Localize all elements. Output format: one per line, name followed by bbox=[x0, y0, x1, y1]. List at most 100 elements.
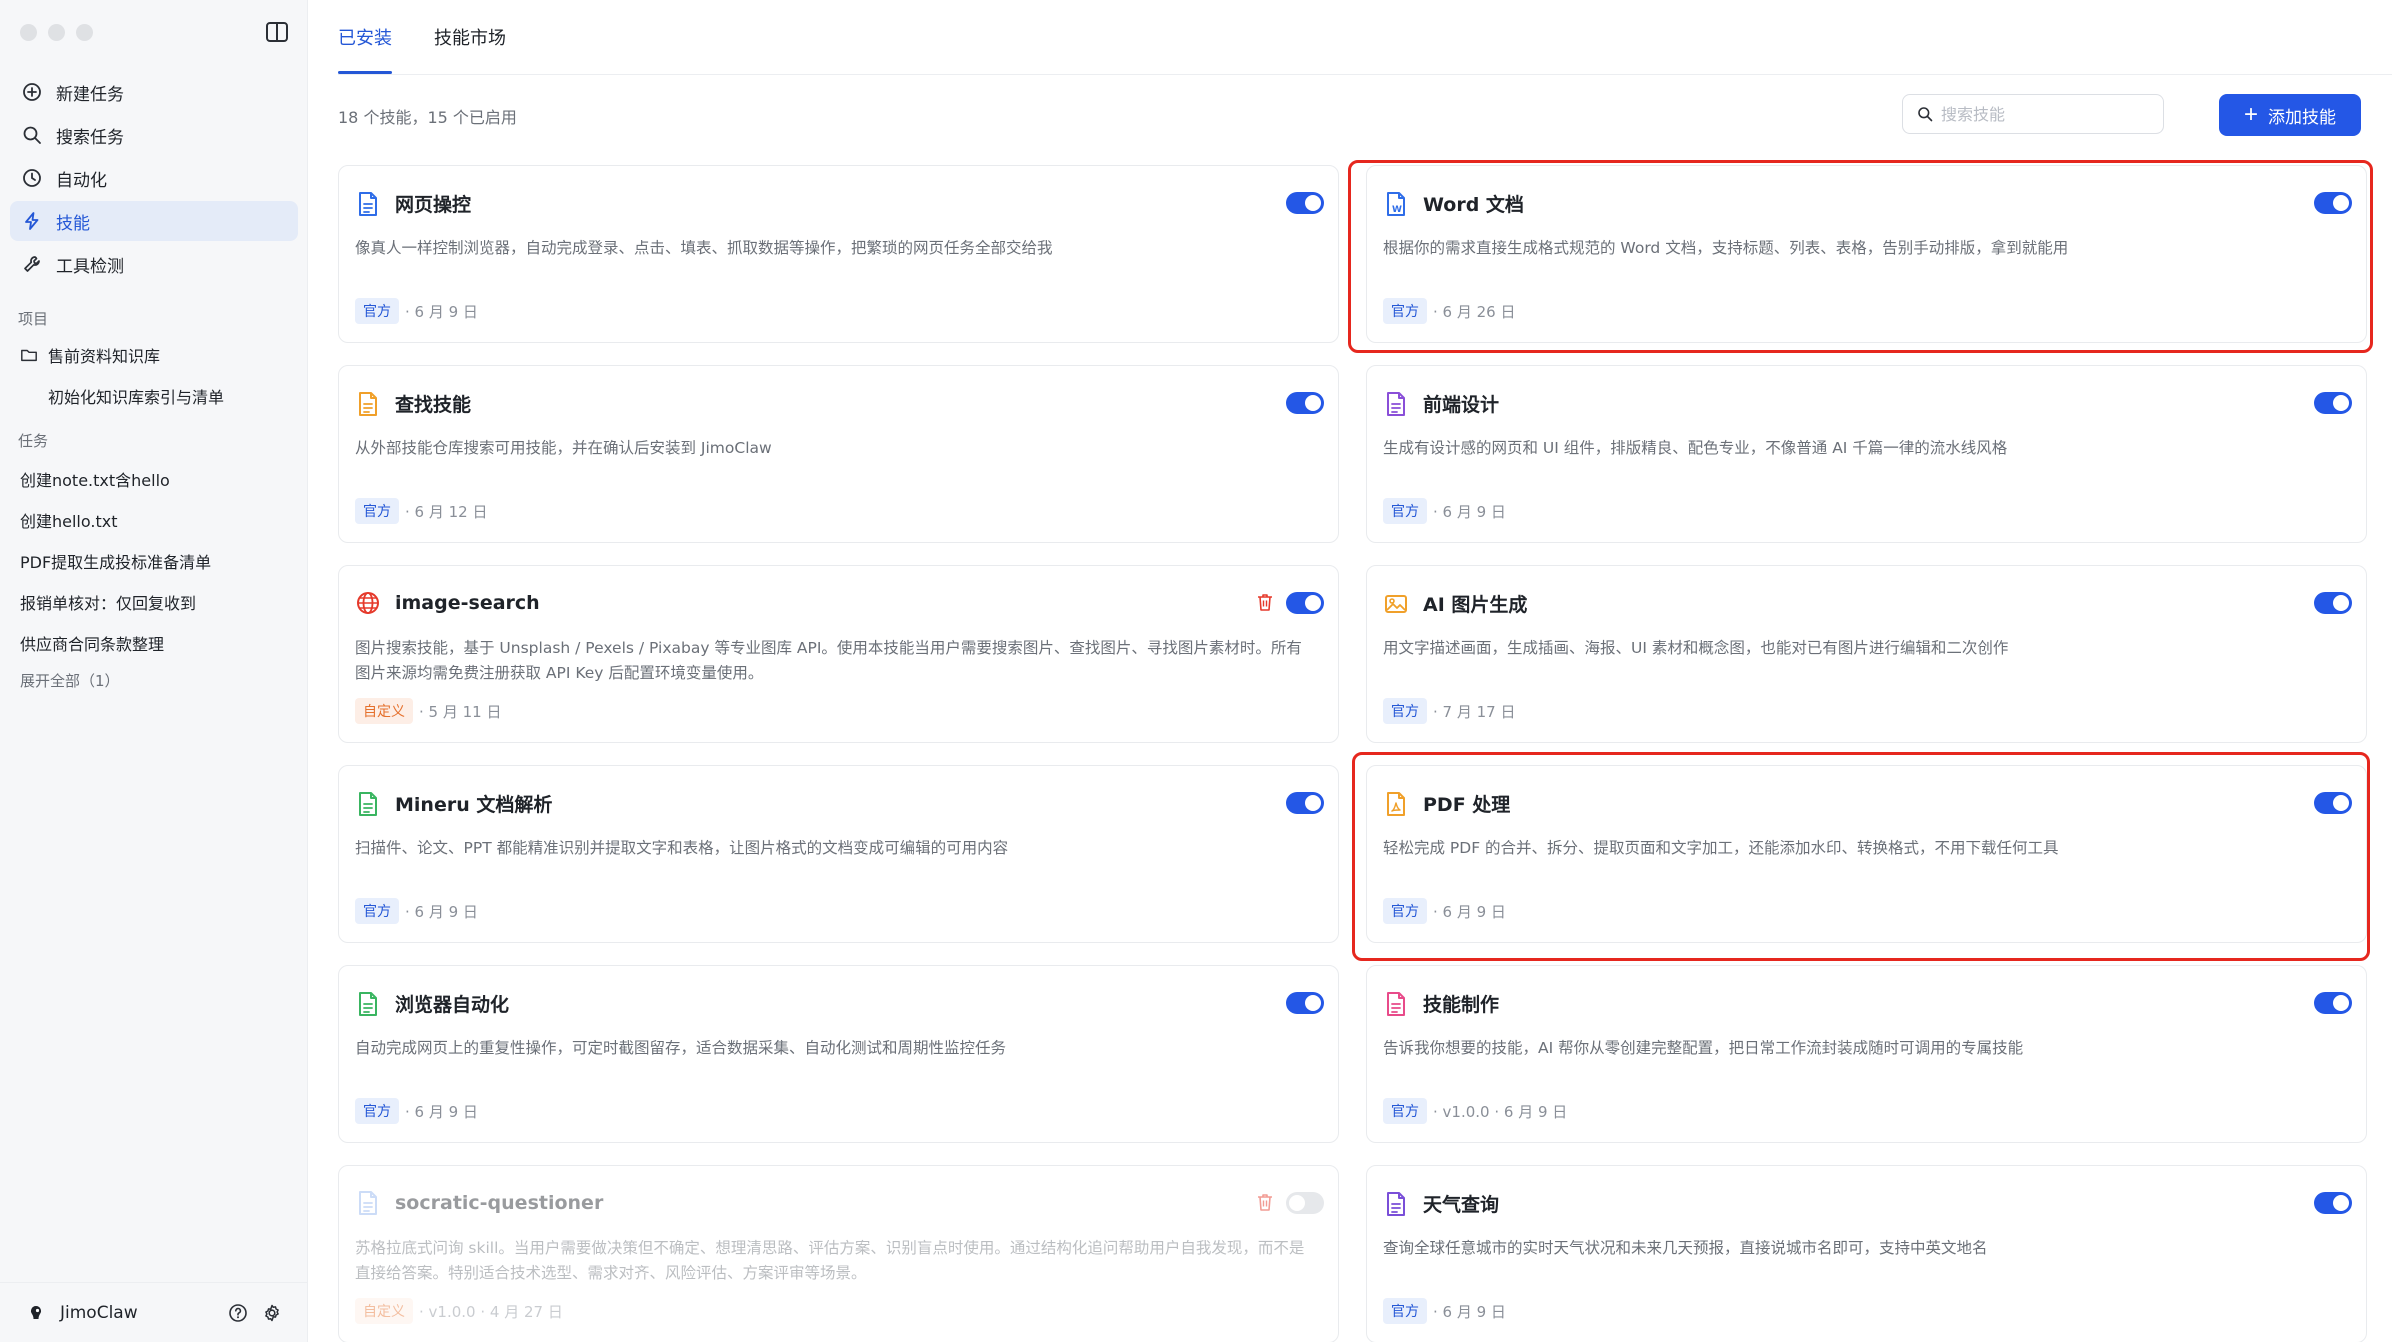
source-badge: 官方 bbox=[1383, 698, 1427, 724]
skill-description: 轻松完成 PDF 的合并、拆分、提取页面和文字加工，还能添加水印、转换格式，不用… bbox=[1383, 839, 2059, 857]
plus-icon: + bbox=[2243, 101, 2258, 128]
skill-card-header: 查找技能 bbox=[355, 390, 471, 417]
enable-toggle[interactable] bbox=[1286, 392, 1324, 414]
task-item[interactable]: 供应商合同条款整理 bbox=[20, 631, 164, 655]
add-skill-button[interactable]: + 添加技能 bbox=[2219, 94, 2361, 136]
tab-installed[interactable]: 已安装 bbox=[338, 0, 392, 74]
skill-date: · 6 月 9 日 bbox=[405, 302, 478, 321]
skill-card-header: W Word 文档 bbox=[1383, 190, 1524, 217]
skill-title: 查找技能 bbox=[395, 394, 472, 416]
delete-icon[interactable] bbox=[1256, 1192, 1274, 1212]
task-item[interactable]: 报销单核对：仅回复收到 bbox=[20, 590, 196, 614]
skill-description: 像真人一样控制浏览器，自动完成登录、点击、填表、抓取数据等操作，把繁琐的网页任务… bbox=[355, 239, 1053, 257]
plus-circle-icon bbox=[22, 82, 42, 102]
user-name: JimoClaw bbox=[60, 1302, 138, 1323]
user-bar: JimoClaw bbox=[0, 1282, 308, 1342]
enable-toggle[interactable] bbox=[1286, 1192, 1324, 1214]
skill-description: 从外部技能仓库搜索可用技能，并在确认后安装到 JimoClaw bbox=[355, 439, 772, 457]
skill-card[interactable]: 查找技能 从外部技能仓库搜索可用技能，并在确认后安装到 JimoClaw 官方 · 6… bbox=[338, 365, 1339, 543]
enable-toggle[interactable] bbox=[1286, 792, 1324, 814]
enable-toggle[interactable] bbox=[2314, 792, 2352, 814]
clock-icon bbox=[22, 168, 42, 188]
enable-toggle[interactable] bbox=[2314, 192, 2352, 214]
skill-date: · 6 月 9 日 bbox=[405, 1102, 478, 1121]
wrench-icon bbox=[22, 254, 42, 274]
search-box[interactable] bbox=[1902, 94, 2164, 134]
enable-toggle[interactable] bbox=[2314, 1192, 2352, 1214]
tabs-divider bbox=[338, 74, 2392, 75]
skill-meta: 官方 · v1.0.0 · 6 月 9 日 bbox=[1383, 1098, 1567, 1124]
skill-card[interactable]: 天气查询查询全球任意城市的实时天气状况和未来几天预报，直接说城市名即可，支持中英… bbox=[1366, 1165, 2367, 1342]
skill-card-header: AI 图片生成 bbox=[1383, 590, 1527, 617]
skill-card[interactable]: socratic-questioner 苏格拉底式问询 skill。当用户需要做决… bbox=[338, 1165, 1339, 1342]
project-subitem[interactable]: 初始化知识库索引与清单 bbox=[48, 384, 224, 408]
task-item[interactable]: 创建hello.txt bbox=[20, 508, 118, 532]
search-input[interactable] bbox=[1941, 104, 2141, 124]
enable-toggle[interactable] bbox=[2314, 592, 2352, 614]
expand-all-link[interactable]: 展开全部（1） bbox=[20, 670, 120, 691]
maximize-window-button[interactable] bbox=[76, 24, 93, 41]
tab-marketplace[interactable]: 技能市场 bbox=[434, 0, 506, 74]
skill-card[interactable]: AI 图片生成用文字描述画面，生成插画、海报、UI 素材和概念图，也能对已有图片… bbox=[1366, 565, 2367, 743]
globe-icon bbox=[355, 590, 381, 616]
close-window-button[interactable] bbox=[20, 24, 37, 41]
task-item[interactable]: 创建note.txt含hello bbox=[20, 467, 170, 491]
skill-date: · 6 月 26 日 bbox=[1433, 302, 1516, 321]
nav-skills[interactable]: 技能 bbox=[10, 201, 298, 241]
skill-date: · 5 月 11 日 bbox=[419, 702, 502, 721]
skill-card[interactable]: image-search 图片搜索技能，基于 Unsplash / Pexels … bbox=[338, 565, 1339, 743]
nav-search-task[interactable]: 搜索任务 bbox=[10, 115, 298, 155]
enable-toggle[interactable] bbox=[1286, 592, 1324, 614]
help-icon[interactable] bbox=[228, 1303, 248, 1323]
enable-toggle[interactable] bbox=[2314, 992, 2352, 1014]
skill-date: · 6 月 9 日 bbox=[405, 902, 478, 921]
skill-card[interactable]: Mineru 文档解析扫描件、论文、PPT 都能精准识别并提取文字和表格，让图片… bbox=[338, 765, 1339, 943]
skill-date: · 6 月 9 日 bbox=[1433, 902, 1506, 921]
skill-card[interactable]: 浏览器自动化 自动完成网页上的重复性操作，可定时截图留存，适合数据采集、自动化测试… bbox=[338, 965, 1339, 1143]
document-icon bbox=[1383, 991, 1409, 1017]
enable-toggle[interactable] bbox=[2314, 392, 2352, 414]
skill-card[interactable]: 网页操控 像真人一样控制浏览器，自动完成登录、点击、填表、抓取数据等操作，把繁琐的… bbox=[338, 165, 1339, 343]
skill-card[interactable]: 前端设计 生成有设计感的网页和 UI 组件，排版精良、配色专业，不像普通 AI 千… bbox=[1366, 365, 2367, 543]
source-badge: 官方 bbox=[1383, 1298, 1427, 1324]
skill-date: · v1.0.0 · 4 月 27 日 bbox=[419, 1302, 563, 1321]
enable-toggle[interactable] bbox=[1286, 192, 1324, 214]
skill-meta: 自定义 · v1.0.0 · 4 月 27 日 bbox=[355, 1298, 563, 1324]
skill-card[interactable]: 技能制作 告诉我你想要的技能，AI 帮你从零创建完整配置，把日常工作流封装成随时可… bbox=[1366, 965, 2367, 1143]
nav-tool-check[interactable]: 工具检测 bbox=[10, 244, 298, 284]
skill-title: Mineru 文档解析 bbox=[395, 794, 553, 816]
task-item[interactable]: PDF提取生成投标准备清单 bbox=[20, 549, 211, 573]
skill-description: 扫描件、论文、PPT 都能精准识别并提取文字和表格，让图片格式的文档变成可编辑的… bbox=[355, 839, 1009, 857]
document-icon bbox=[355, 991, 381, 1017]
projects-section-label: 项目 bbox=[18, 310, 49, 328]
skill-card-header: 天气查询 bbox=[1383, 1190, 1499, 1217]
project-item[interactable]: 售前资料知识库 bbox=[20, 343, 160, 367]
avatar[interactable] bbox=[28, 1305, 44, 1321]
delete-icon[interactable] bbox=[1256, 592, 1274, 612]
skill-card[interactable]: PDF 处理 轻松完成 PDF 的合并、拆分、提取页面和文字加工，还能添加水印、转… bbox=[1366, 765, 2367, 943]
skill-title: 前端设计 bbox=[1423, 394, 1500, 416]
skill-description: 用文字描述画面，生成插画、海报、UI 素材和概念图，也能对已有图片进行编辑和二次… bbox=[1383, 639, 2009, 657]
minimize-window-button[interactable] bbox=[48, 24, 65, 41]
skill-meta: 官方 · 6 月 9 日 bbox=[1383, 898, 1506, 924]
main-content: 已安装 技能市场 18 个技能，15 个已启用 + 添加技能 网页操控像真人一样… bbox=[308, 0, 2400, 1342]
word-document-icon: W bbox=[1383, 191, 1409, 217]
nav-new-task[interactable]: 新建任务 bbox=[10, 72, 298, 112]
document-icon bbox=[1383, 1191, 1409, 1217]
settings-gear-icon[interactable] bbox=[262, 1303, 282, 1323]
pdf-icon bbox=[1383, 791, 1409, 817]
svg-text:W: W bbox=[1392, 205, 1402, 215]
nav-label: 新建任务 bbox=[56, 84, 124, 105]
sidebar-toggle-icon[interactable] bbox=[266, 22, 288, 42]
skill-description: 查询全球任意城市的实时天气状况和未来几天预报，直接说城市名即可，支持中英文地名 bbox=[1383, 1239, 1988, 1257]
source-badge: 自定义 bbox=[355, 1298, 413, 1324]
skill-meta: 官方 · 6 月 26 日 bbox=[1383, 298, 1515, 324]
nav-automation[interactable]: 自动化 bbox=[10, 158, 298, 198]
enable-toggle[interactable] bbox=[1286, 992, 1324, 1014]
skill-card[interactable]: W Word 文档 根据你的需求直接生成格式规范的 Word 文档，支持标题、列表、… bbox=[1366, 165, 2367, 343]
sidebar: 新建任务 搜索任务 自动化 技能 工具检测 项目 售前资料知识库 初始化知识库索… bbox=[0, 0, 308, 1342]
source-badge: 自定义 bbox=[355, 698, 413, 724]
skill-card-header: image-search bbox=[355, 590, 540, 616]
source-badge: 官方 bbox=[355, 298, 399, 324]
image-icon bbox=[1383, 591, 1409, 617]
